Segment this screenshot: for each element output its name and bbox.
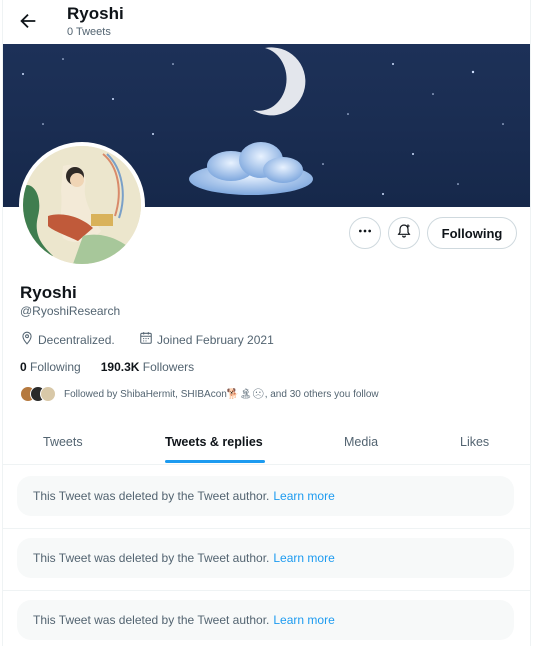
notification-bell-icon bbox=[396, 223, 412, 244]
joined-text: Joined February 2021 bbox=[157, 332, 274, 347]
profile-column: Ryoshi 0 Tweets Following Ryoshi @Ryoshi… bbox=[2, 0, 531, 646]
followed-by[interactable]: Followed by ShibaHermit, SHIBAcon🐕🏝☹, an… bbox=[20, 385, 379, 403]
more-icon bbox=[357, 223, 373, 244]
location-text: Decentralized. bbox=[38, 332, 115, 347]
tab-tweets[interactable]: Tweets bbox=[43, 420, 83, 464]
tab-tweets-replies[interactable]: Tweets & replies bbox=[165, 420, 263, 464]
profile-joined: Joined February 2021 bbox=[139, 331, 274, 348]
back-arrow-icon[interactable] bbox=[17, 10, 39, 32]
deleted-tweet-text: This Tweet was deleted by the Tweet auth… bbox=[33, 551, 270, 565]
active-tab-indicator bbox=[165, 460, 265, 463]
deleted-tweet-notice: This Tweet was deleted by the Tweet auth… bbox=[17, 538, 514, 578]
following-button[interactable]: Following bbox=[427, 217, 517, 249]
divider bbox=[3, 528, 530, 529]
header-title: Ryoshi bbox=[67, 4, 124, 23]
profile-header: Ryoshi 0 Tweets bbox=[3, 0, 530, 44]
tab-likes[interactable]: Likes bbox=[460, 420, 489, 464]
learn-more-link[interactable]: Learn more bbox=[273, 613, 334, 627]
notifications-button[interactable] bbox=[388, 217, 420, 249]
follower-avatar bbox=[40, 386, 56, 402]
avatar-illustration bbox=[23, 146, 141, 264]
avatar[interactable] bbox=[19, 142, 145, 268]
deleted-tweet-text: This Tweet was deleted by the Tweet auth… bbox=[33, 613, 270, 627]
profile-tabs: Tweets Tweets & replies Media Likes bbox=[3, 420, 530, 465]
location-icon bbox=[20, 331, 34, 348]
deleted-tweet-notice: This Tweet was deleted by the Tweet auth… bbox=[17, 476, 514, 516]
followers-link[interactable]: 190.3K Followers bbox=[101, 360, 194, 374]
profile-name: Ryoshi bbox=[20, 283, 77, 302]
learn-more-link[interactable]: Learn more bbox=[273, 489, 334, 503]
divider bbox=[3, 590, 530, 591]
deleted-tweet-text: This Tweet was deleted by the Tweet auth… bbox=[33, 489, 270, 503]
following-link[interactable]: 0 Following bbox=[20, 360, 81, 374]
learn-more-link[interactable]: Learn more bbox=[273, 551, 334, 565]
follow-stats: 0 Following 190.3K Followers bbox=[20, 360, 194, 374]
profile-location: Decentralized. bbox=[20, 331, 115, 348]
calendar-icon bbox=[139, 331, 153, 348]
deleted-tweet-notice: This Tweet was deleted by the Tweet auth… bbox=[17, 600, 514, 640]
tab-media[interactable]: Media bbox=[344, 420, 378, 464]
more-button[interactable] bbox=[349, 217, 381, 249]
followed-by-text: Followed by ShibaHermit, SHIBAcon🐕🏝☹, an… bbox=[64, 388, 379, 400]
header-tweet-count: 0 Tweets bbox=[67, 26, 111, 38]
profile-handle: @RyoshiResearch bbox=[20, 304, 121, 318]
